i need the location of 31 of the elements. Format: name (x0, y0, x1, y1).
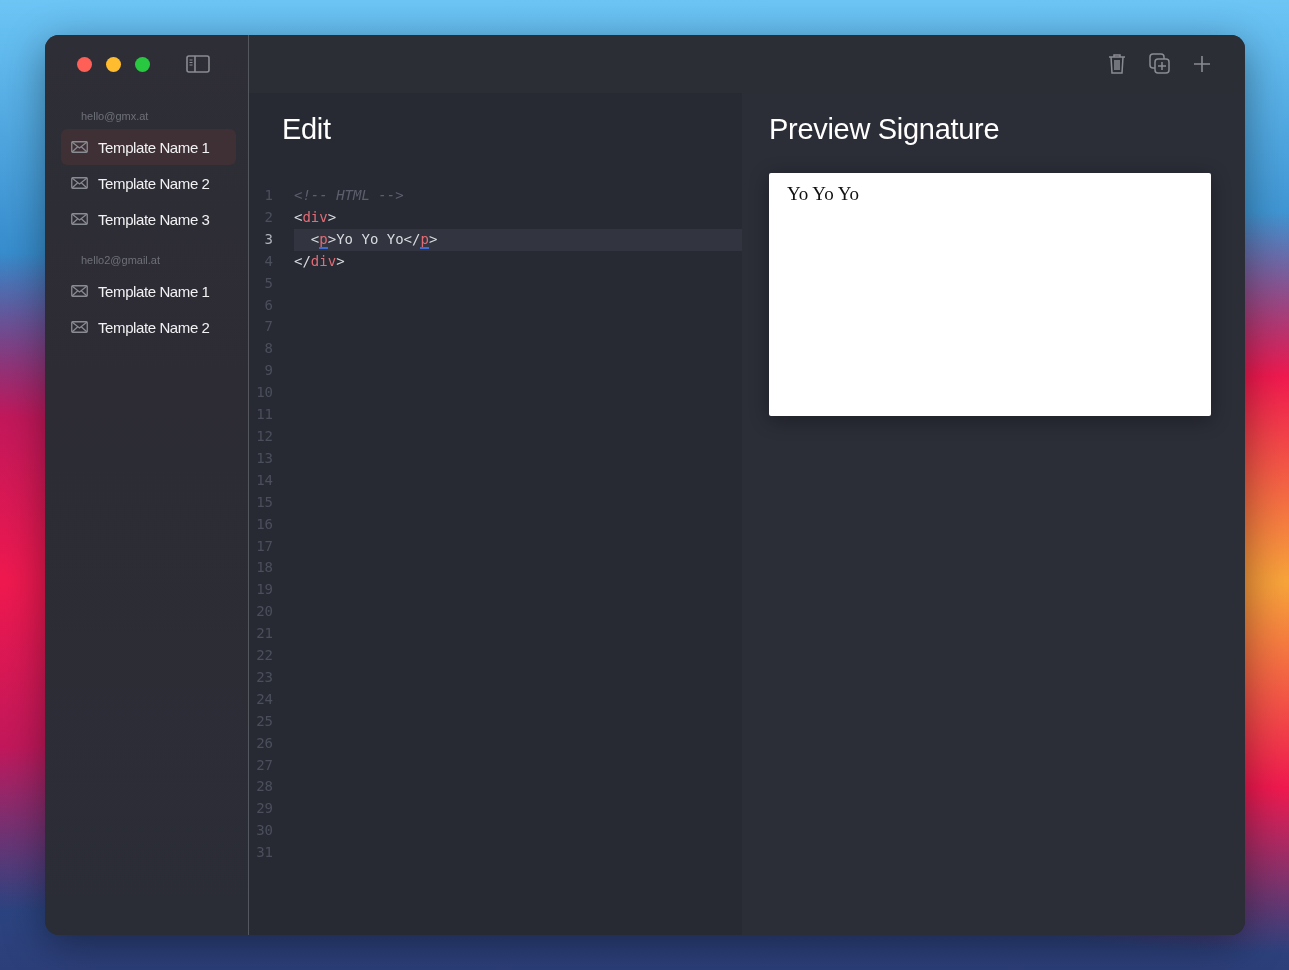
envelope-icon (71, 141, 88, 153)
preview-text: Yo Yo Yo (787, 183, 860, 205)
minimize-button[interactable] (106, 56, 121, 72)
envelope-icon (71, 285, 88, 297)
template-item[interactable]: Template Name 1 (61, 129, 236, 165)
close-button[interactable] (77, 56, 92, 72)
envelope-icon (71, 177, 88, 189)
preview-title: Preview Signature (769, 112, 1001, 147)
sidebar-toggle-icon[interactable] (186, 55, 210, 73)
trash-icon[interactable] (1107, 53, 1127, 75)
zoom-button[interactable] (135, 56, 150, 72)
editor-title: Edit (281, 112, 332, 147)
line-number: 3 (263, 229, 273, 249)
template-item[interactable]: Template Name 2 (61, 165, 236, 201)
template-name: Template Name 1 (98, 138, 210, 156)
add-icon[interactable] (1193, 55, 1211, 73)
template-name: Template Name 1 (98, 282, 210, 300)
template-item[interactable]: Template Name 2 (61, 309, 236, 345)
template-item[interactable]: Template Name 1 (61, 273, 236, 309)
envelope-icon (71, 213, 88, 225)
code-line: <div> (294, 207, 338, 227)
code-line: <!-- HTML --> (294, 186, 405, 205)
template-name: Template Name 2 (98, 174, 210, 192)
template-name: Template Name 2 (98, 318, 210, 336)
template-name: Template Name 3 (98, 210, 210, 228)
account-label: hello2@gmail.at (80, 253, 162, 268)
code-line: </div> (294, 251, 346, 271)
envelope-icon (71, 321, 88, 333)
duplicate-icon[interactable] (1149, 53, 1171, 75)
account-label: hello@gmx.at (80, 109, 150, 124)
template-item[interactable]: Template Name 3 (61, 201, 236, 237)
